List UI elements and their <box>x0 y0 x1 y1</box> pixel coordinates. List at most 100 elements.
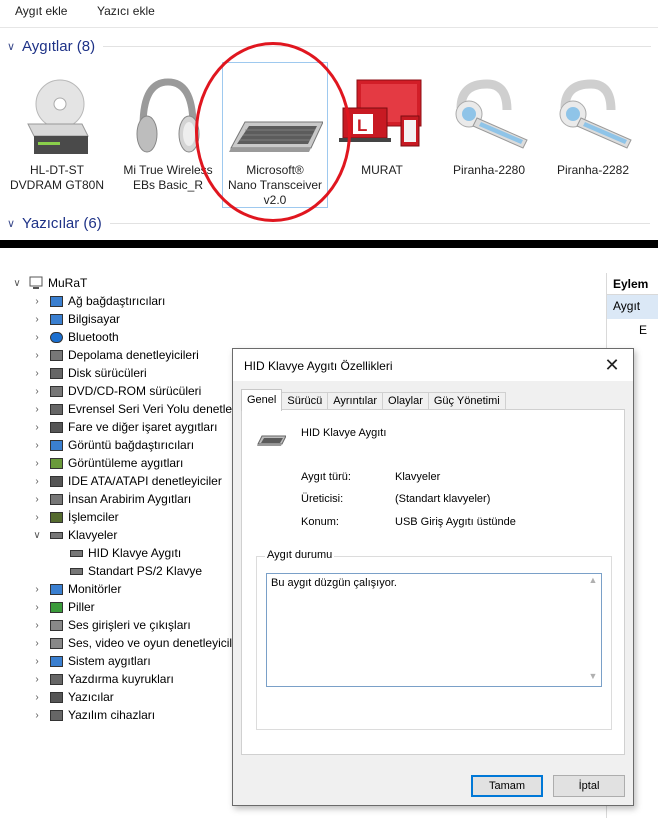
tree-category-item[interactable]: ∨ Klavyeler <box>30 526 117 544</box>
ok-button[interactable]: Tamam <box>471 775 543 797</box>
storage-controller-icon <box>48 348 64 362</box>
device-item[interactable]: HL-DT-ST DVDRAM GT80N <box>5 62 109 193</box>
tree-category-item[interactable]: › DVD/CD-ROM sürücüleri <box>30 382 201 400</box>
device-status-group-label: Aygıt durumu <box>265 549 335 561</box>
chevron-right-icon[interactable]: › <box>30 296 44 307</box>
chevron-right-icon[interactable]: › <box>30 710 44 721</box>
system-device-icon <box>48 654 64 668</box>
tree-item-label: Piller <box>68 600 95 614</box>
chevron-right-icon[interactable]: › <box>30 620 44 631</box>
devices-group-header[interactable]: ∨ Aygıtlar (8) <box>4 38 652 55</box>
chevron-right-icon[interactable]: › <box>30 404 44 415</box>
tree-item-label: Ses, video ve oyun denetleyicile <box>68 636 239 650</box>
chevron-right-icon[interactable]: › <box>30 386 44 397</box>
chevron-right-icon[interactable]: › <box>30 332 44 343</box>
tree-item-label: Fare ve diğer işaret aygıtları <box>68 420 218 434</box>
device-item[interactable]: Piranha-2280 <box>437 62 541 178</box>
printers-group-header[interactable]: ∨ Yazıcılar (6) <box>4 215 650 232</box>
computer-icon <box>28 276 44 290</box>
device-label-line2: DVDRAM GT80N <box>9 178 104 192</box>
tree-root[interactable]: ∨ MuRaT <box>10 274 87 292</box>
status-scrollbar[interactable]: ▲ ▼ <box>586 575 600 685</box>
tree-category-item[interactable]: › Fare ve diğer işaret aygıtları <box>30 418 217 436</box>
tab-general[interactable]: Genel <box>241 389 283 411</box>
chevron-right-icon[interactable]: › <box>30 584 44 595</box>
chevron-right-icon[interactable]: › <box>30 422 44 433</box>
keyboard-icon <box>68 546 84 560</box>
chevron-right-icon[interactable]: › <box>30 602 44 613</box>
device-label-line2: EBs Basic_R <box>132 178 204 192</box>
device-name: HID Klavye Aygıtı <box>301 427 387 439</box>
device-status-group: Aygıt durumu Bu aygıt düzgün çalışıyor. … <box>256 549 612 730</box>
chevron-right-icon[interactable]: › <box>30 494 44 505</box>
tree-category-item[interactable]: › Yazdırma kuyrukları <box>30 670 173 688</box>
actions-header: Eylem <box>607 273 658 295</box>
tree-category-item[interactable]: › Sistem aygıtları <box>30 652 151 670</box>
chevron-right-icon[interactable]: › <box>30 692 44 703</box>
add-device-button[interactable]: Aygıt ekle <box>15 4 67 18</box>
chevron-right-icon[interactable]: › <box>30 638 44 649</box>
actions-more-item[interactable]: E <box>607 319 658 337</box>
tree-category-item[interactable]: › Depolama denetleyicileri <box>30 346 198 364</box>
scroll-down-icon[interactable]: ▼ <box>586 671 600 685</box>
dvd-drive-icon <box>48 384 64 398</box>
tree-root-label: MuRaT <box>48 276 88 290</box>
tree-category-item[interactable]: › Ağ bağdaştırıcıları <box>30 292 165 310</box>
tree-child-item[interactable]: Standart PS/2 Klavye <box>50 562 202 580</box>
tree-child-item[interactable]: HID Klavye Aygıtı <box>50 544 181 562</box>
tree-category-item[interactable]: › Ses, video ve oyun denetleyicile <box>30 634 239 652</box>
manufacturer-label: Üreticisi: <box>301 493 344 505</box>
chevron-right-icon[interactable]: › <box>30 656 44 667</box>
tree-category-item[interactable]: › Disk sürücüleri <box>30 364 146 382</box>
tree-category-item[interactable]: › Görüntü bağdaştırıcıları <box>30 436 194 454</box>
camera-icon <box>48 456 64 470</box>
tree-category-item[interactable]: › Monitörler <box>30 580 121 598</box>
tree-category-item[interactable]: › İşlemciler <box>30 508 118 526</box>
tree-category-item[interactable]: › IDE ATA/ATAPI denetleyiciler <box>30 472 222 490</box>
tree-category-item[interactable]: › Görüntüleme aygıtları <box>30 454 183 472</box>
chevron-right-icon[interactable]: › <box>30 350 44 361</box>
tree-category-item[interactable]: › Ses girişleri ve çıkışları <box>30 616 190 634</box>
tree-category-item[interactable]: › Yazılım cihazları <box>30 706 155 724</box>
chevron-right-icon[interactable]: › <box>30 512 44 523</box>
tree-category-item[interactable]: › Bilgisayar <box>30 310 120 328</box>
dialog-titlebar: HID Klavye Aygıtı Özellikleri ✕ <box>233 349 633 381</box>
tree-item-label: Evrensel Seri Veri Yolu denetleyi <box>68 402 241 416</box>
chevron-right-icon[interactable]: › <box>30 476 44 487</box>
chevron-right-icon[interactable]: › <box>30 458 44 469</box>
chevron-right-icon[interactable]: › <box>30 674 44 685</box>
device-status-textbox[interactable]: Bu aygıt düzgün çalışıyor. ▲ ▼ <box>266 573 602 687</box>
printer-icon <box>48 690 64 704</box>
optical-drive-icon <box>5 62 109 158</box>
tree-category-item[interactable]: › Piller <box>30 598 95 616</box>
chevron-right-icon[interactable]: › <box>30 368 44 379</box>
manufacturer-value: (Standart klavyeler) <box>395 493 491 505</box>
close-icon[interactable]: ✕ <box>601 355 623 375</box>
actions-selected-item[interactable]: Aygıt <box>607 295 658 319</box>
chevron-down-icon[interactable]: ∨ <box>10 278 24 289</box>
screenshot-divider <box>0 240 658 248</box>
chevron-right-icon[interactable]: › <box>30 440 44 451</box>
tree-category-item[interactable]: › Evrensel Seri Veri Yolu denetleyi <box>30 400 241 418</box>
svg-text:L: L <box>357 116 367 135</box>
headset-icon <box>437 62 541 158</box>
tree-item-label: Görüntü bağdaştırıcıları <box>68 438 195 452</box>
sound-icon <box>48 636 64 650</box>
device-label-line1: MURAT <box>361 163 403 177</box>
tree-item-label: Sistem aygıtları <box>68 654 151 668</box>
tree-category-item[interactable]: › Yazıcılar <box>30 688 113 706</box>
scroll-up-icon[interactable]: ▲ <box>586 575 600 589</box>
chevron-right-icon[interactable]: › <box>30 314 44 325</box>
audio-icon <box>48 618 64 632</box>
add-printer-button[interactable]: Yazıcı ekle <box>97 4 155 18</box>
tree-category-item[interactable]: › Bluetooth <box>30 328 118 346</box>
device-status-text: Bu aygıt düzgün çalışıyor. <box>271 577 397 589</box>
tree-category-item[interactable]: › İnsan Arabirim Aygıtları <box>30 490 191 508</box>
chevron-down-icon[interactable]: ∨ <box>30 530 44 541</box>
disk-drive-icon <box>48 366 64 380</box>
cancel-button[interactable]: İptal <box>553 775 625 797</box>
devices-group-label: Aygıtlar (8) <box>22 38 96 55</box>
device-item[interactable]: Piranha-2282 <box>541 62 645 178</box>
processor-icon <box>48 510 64 524</box>
device-label-line1: Piranha-2282 <box>556 163 630 177</box>
